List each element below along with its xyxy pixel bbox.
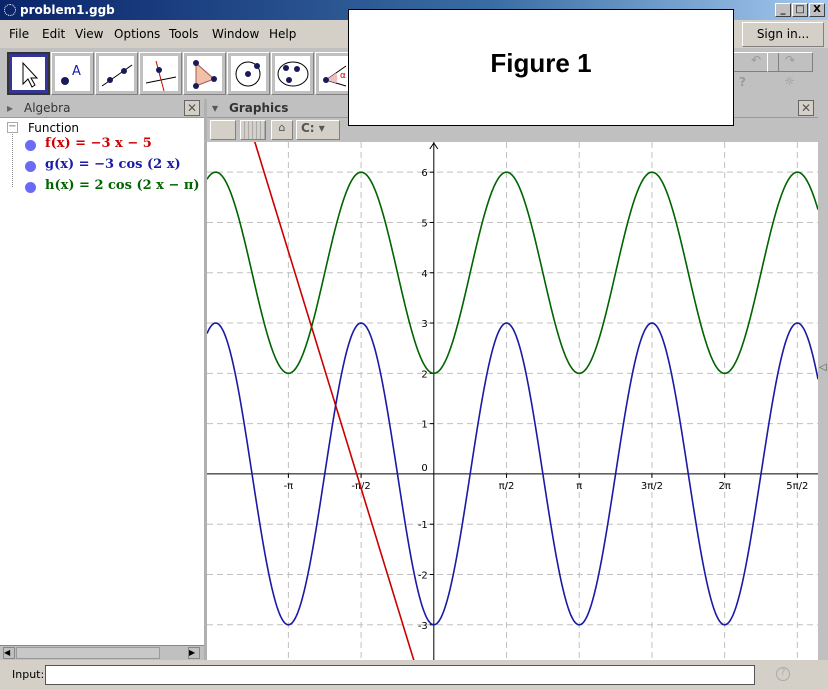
menu-edit[interactable]: Edit xyxy=(42,27,65,41)
x-tick-label: π xyxy=(576,481,582,492)
y-tick-label: -2 xyxy=(418,571,428,582)
menu-options[interactable]: Options xyxy=(114,27,160,41)
scroll-thumb[interactable] xyxy=(16,647,160,659)
point-capture-label: C: xyxy=(301,121,315,135)
algebra-view: − Function f(x) = −3 x − 5 g(x) = −3 cos… xyxy=(0,118,204,645)
collapse-triangle-icon[interactable]: ▸ xyxy=(7,99,13,117)
graphics-view[interactable]: -π -π/2 π/2 π 3π/2 2π 5π/2 -3 -2 -1 1 2 3 4 5 6 0 xyxy=(207,142,818,660)
function-g[interactable]: g(x) = −3 cos (2 x) xyxy=(45,157,181,172)
algebra-header: ▸ Algebra ✕ xyxy=(0,99,204,118)
help-icon[interactable]: ? xyxy=(739,75,746,89)
minimize-button[interactable]: _ xyxy=(775,3,791,17)
function-plot[interactable]: -π -π/2 π/2 π 3π/2 2π 5π/2-3-2-11234560 xyxy=(207,142,818,660)
y-tick-label: 3 xyxy=(421,319,427,330)
close-algebra-icon[interactable]: ✕ xyxy=(184,100,200,116)
close-graphics-icon[interactable]: ✕ xyxy=(798,100,814,116)
menu-view[interactable]: View xyxy=(75,27,103,41)
visibility-toggle-g[interactable] xyxy=(25,161,36,172)
home-view-button[interactable]: ⌂ xyxy=(271,120,293,140)
function-f[interactable]: f(x) = −3 x − 5 xyxy=(45,136,152,151)
scroll-right-icon[interactable]: ▶ xyxy=(188,647,200,659)
sign-in-button[interactable]: Sign in... xyxy=(742,22,824,47)
y-tick-label: 6 xyxy=(421,168,427,179)
y-tick-label: 5 xyxy=(421,218,427,229)
collapse-tree-icon[interactable]: − xyxy=(7,122,18,133)
tool-perpendicular[interactable] xyxy=(139,52,182,95)
input-field[interactable] xyxy=(45,665,755,685)
toggle-axes-button[interactable] xyxy=(210,120,236,140)
figure-label-box: Figure 1 xyxy=(348,9,734,126)
circle-icon xyxy=(235,61,261,87)
origin-label: 0 xyxy=(421,463,427,474)
menu-window[interactable]: Window xyxy=(212,27,259,41)
input-help-icon[interactable]: ? xyxy=(776,667,790,681)
x-tick-label: 2π xyxy=(718,481,730,492)
point-icon: A xyxy=(61,64,81,85)
tool-line[interactable] xyxy=(95,52,138,95)
y-tick-label: 4 xyxy=(421,269,427,280)
visibility-toggle-h[interactable] xyxy=(25,182,36,193)
expand-side-icon[interactable]: ◁ xyxy=(819,362,827,373)
point-capture-dropdown[interactable]: C: ▾ xyxy=(296,120,340,140)
figure-label: Figure 1 xyxy=(490,48,592,78)
menu-file[interactable]: File xyxy=(9,27,29,41)
visibility-toggle-f[interactable] xyxy=(25,140,36,151)
algebra-horizontal-scrollbar[interactable]: ◀ ▶ xyxy=(0,645,204,660)
algebra-title: Algebra xyxy=(24,101,71,115)
menu-help[interactable]: Help xyxy=(269,27,296,41)
conic-icon xyxy=(277,61,309,87)
tool-polygon[interactable] xyxy=(183,52,226,95)
tool-move[interactable] xyxy=(7,52,50,95)
x-tick-label: 3π/2 xyxy=(641,481,663,492)
perpendicular-line-icon xyxy=(145,60,177,92)
y-tick-label: -1 xyxy=(418,520,428,531)
y-tick-label: 1 xyxy=(421,420,427,431)
graphics-title: Graphics xyxy=(229,101,289,115)
geogebra-logo-icon xyxy=(4,4,16,16)
collapse-triangle-icon[interactable]: ▾ xyxy=(212,99,218,117)
category-label: Function xyxy=(28,121,80,135)
maximize-button[interactable]: □ xyxy=(792,3,808,17)
redo-button[interactable]: ↷ xyxy=(767,52,813,72)
x-tick-label: -π xyxy=(284,481,294,492)
x-tick-label: π/2 xyxy=(499,481,515,492)
cursor-arrow-icon xyxy=(22,61,39,88)
x-tick-label: 5π/2 xyxy=(786,481,808,492)
polygon-icon xyxy=(193,60,217,89)
menu-tools[interactable]: Tools xyxy=(169,27,199,41)
function-h[interactable]: h(x) = 2 cos (2 x − π) + 4 xyxy=(45,178,204,193)
svg-text:α: α xyxy=(340,71,346,81)
y-tick-label: 2 xyxy=(421,369,427,380)
settings-gear-icon[interactable]: ☼ xyxy=(784,74,795,88)
tool-circle[interactable] xyxy=(227,52,270,95)
close-button[interactable]: X xyxy=(809,3,825,17)
y-tick-label: -3 xyxy=(418,621,428,632)
input-label: Input: xyxy=(12,668,45,681)
tree-line xyxy=(12,134,13,187)
toggle-grid-button[interactable] xyxy=(240,120,266,140)
curve-f xyxy=(253,142,415,660)
window-title: problem1.ggb xyxy=(20,3,115,17)
tool-point[interactable]: A xyxy=(51,52,94,95)
tool-conic[interactable] xyxy=(271,52,314,95)
svg-text:A: A xyxy=(72,64,81,79)
scroll-left-icon[interactable]: ◀ xyxy=(3,647,15,659)
line-icon xyxy=(101,64,133,87)
